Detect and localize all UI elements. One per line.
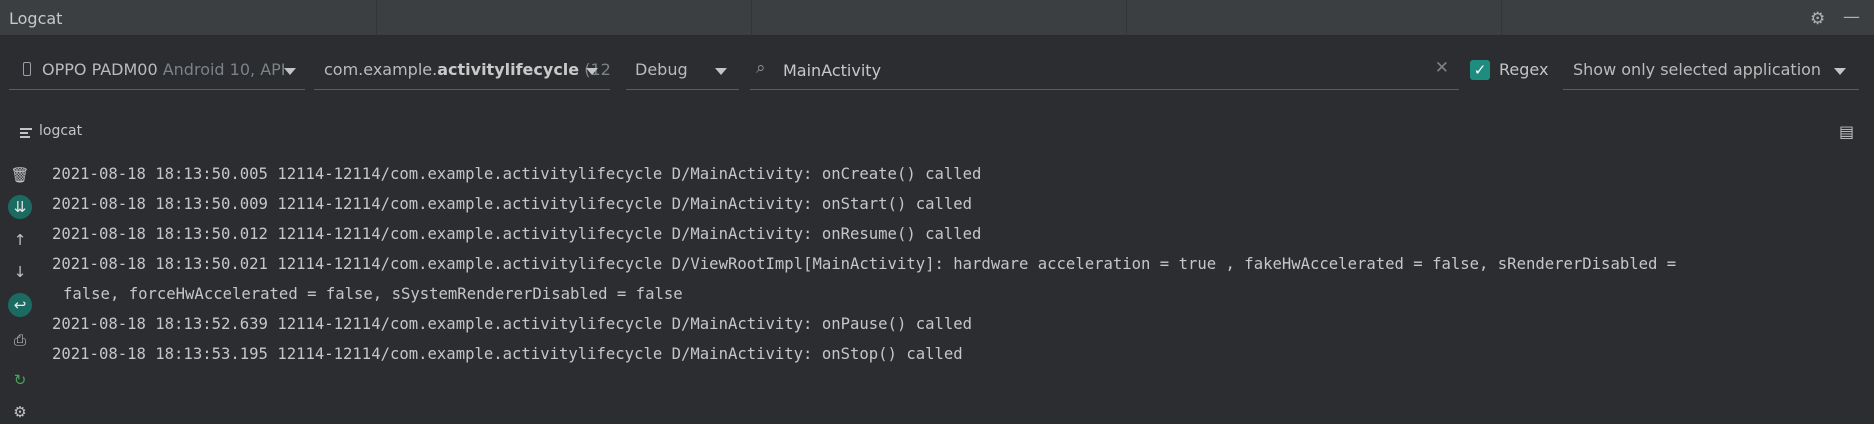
soft-wrap-icon[interactable]: ↩ bbox=[8, 293, 32, 317]
header-divider bbox=[1501, 0, 1502, 36]
chevron-down-icon bbox=[284, 68, 296, 75]
restart-icon[interactable]: ↻ bbox=[8, 368, 32, 392]
device-detail: Android 10, API bbox=[162, 60, 286, 79]
tool-window-title: Logcat bbox=[9, 9, 63, 28]
process-name: activitylifecycle bbox=[437, 60, 580, 79]
log-line: 2021-08-18 18:13:50.012 12114-12114/com.… bbox=[52, 225, 982, 243]
tab-logcat[interactable]: logcat bbox=[39, 123, 82, 139]
chevron-down-icon bbox=[1834, 68, 1846, 75]
trash-icon[interactable]: 🗑 bbox=[8, 163, 32, 187]
filter-selector[interactable]: Show only selected application bbox=[1563, 54, 1859, 90]
log-line: 2021-08-18 18:13:50.021 12114-12114/com.… bbox=[52, 255, 1677, 273]
phone-icon bbox=[23, 62, 31, 76]
regex-checkbox[interactable]: ✓ bbox=[1470, 60, 1490, 80]
search-field: ⌕ ✕ bbox=[750, 54, 1459, 90]
logcat-tab-row: logcat ▤ bbox=[0, 120, 1874, 146]
header-divider bbox=[376, 0, 377, 36]
log-level-selector[interactable]: Debug bbox=[626, 54, 739, 90]
gear-icon[interactable]: ⚙ bbox=[1810, 9, 1825, 29]
print-icon[interactable]: ⎙ bbox=[8, 328, 32, 352]
log-line: 2021-08-18 18:13:53.195 12114-12114/com.… bbox=[52, 345, 963, 363]
filter-value: Show only selected application bbox=[1573, 60, 1822, 79]
device-selector[interactable]: OPPO PADM00 Android 10, API bbox=[9, 54, 305, 90]
search-input[interactable] bbox=[783, 57, 1383, 83]
chevron-down-icon bbox=[586, 68, 598, 75]
logcat-toolbar: OPPO PADM00 Android 10, API com.example.… bbox=[0, 44, 1874, 100]
search-icon[interactable]: ⌕ bbox=[756, 58, 766, 78]
up-arrow-icon[interactable]: ↑ bbox=[8, 228, 32, 252]
process-prefix: com.example. bbox=[324, 60, 438, 79]
log-line: 2021-08-18 18:13:50.009 12114-12114/com.… bbox=[52, 195, 973, 213]
chevron-down-icon bbox=[715, 68, 727, 75]
log-line-continuation: false, forceHwAccelerated = false, sSyst… bbox=[63, 285, 683, 303]
minimize-icon[interactable]: — bbox=[1843, 7, 1860, 27]
logcat-tab-icon bbox=[20, 128, 32, 140]
log-level-value: Debug bbox=[635, 60, 688, 79]
log-output[interactable]: 2021-08-18 18:13:50.005 12114-12114/com.… bbox=[52, 162, 1862, 372]
header-divider bbox=[751, 0, 752, 36]
clear-icon[interactable]: ✕ bbox=[1435, 58, 1449, 78]
device-name: OPPO PADM00 bbox=[42, 60, 158, 79]
layout-options-icon[interactable]: ▤ bbox=[1839, 122, 1854, 141]
down-arrow-icon[interactable]: ↓ bbox=[8, 260, 32, 284]
scroll-to-end-icon[interactable]: ⇊ bbox=[8, 195, 32, 219]
process-selector[interactable]: com.example.activitylifecycle (121 bbox=[314, 54, 610, 90]
log-line: 2021-08-18 18:13:52.639 12114-12114/com.… bbox=[52, 315, 973, 333]
header-divider bbox=[1126, 0, 1127, 36]
regex-label[interactable]: Regex bbox=[1499, 58, 1548, 82]
tool-window-header: Logcat ⚙ — bbox=[0, 0, 1874, 36]
logcat-actions-sidebar: 🗑 ⇊ ↑ ↓ ↩ ⎙ ↻ ⚙ bbox=[0, 160, 40, 421]
settings-icon[interactable]: ⚙ bbox=[8, 400, 32, 424]
log-line: 2021-08-18 18:13:50.005 12114-12114/com.… bbox=[52, 165, 982, 183]
